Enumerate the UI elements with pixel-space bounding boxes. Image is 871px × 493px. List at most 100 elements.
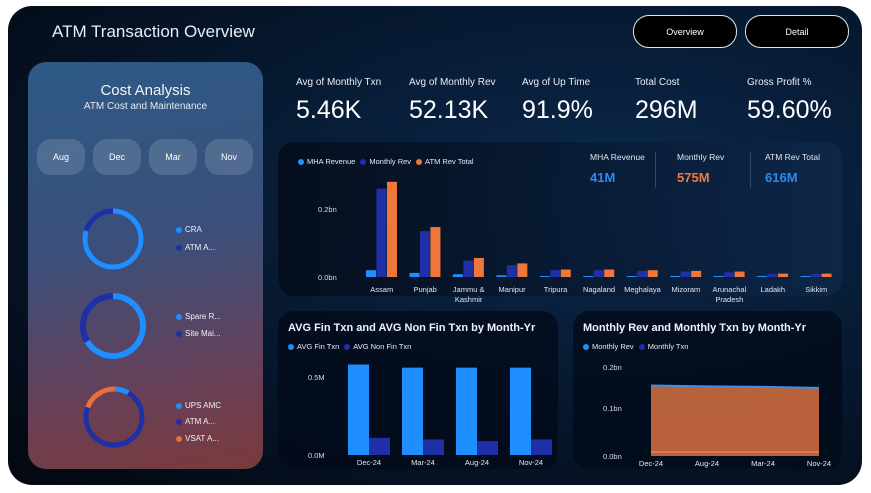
legend-item-spare: Spare R... — [176, 312, 221, 321]
legend-label: ATM A... — [185, 417, 216, 426]
y-tick-label: 0.5M — [308, 373, 325, 382]
legend-dot — [176, 244, 182, 251]
kpi-label-gross-profit: Gross Profit % — [747, 77, 812, 88]
legend-item-site-maint: Site Mai... — [176, 329, 221, 338]
cost-analysis-panel: Cost Analysis ATM Cost and Maintenance A… — [28, 62, 263, 469]
bar-avg-non-fin-txn-aug-24 — [477, 440, 498, 455]
bar-mha-revenue-punjab — [409, 272, 420, 277]
bar-atm-rev-total-tripura — [560, 269, 571, 277]
legend-item-atm-a2: ATM A... — [176, 417, 215, 426]
x-tick-label: Punjab — [414, 285, 437, 294]
bar-avg-non-fin-txn-dec-24 — [369, 437, 390, 455]
legend-item-atm-a: ATM A... — [176, 243, 215, 252]
bar-mha-revenue-manipur — [496, 275, 507, 277]
kpi-label-up-time: Avg of Up Time — [522, 77, 591, 88]
x-tick-label: Nov-24 — [519, 458, 543, 467]
bar-avg-non-fin-txn-nov-24 — [531, 439, 552, 455]
y-tick-label: 0.0M — [308, 451, 325, 460]
kpi-value-up-time: 91.9% — [522, 96, 593, 124]
bar-atm-rev-total-assam — [386, 181, 397, 277]
y-tick-label: 0.0bn — [603, 452, 622, 461]
x-tick-label: Assam — [370, 285, 393, 294]
x-tick-label: Mar-24 — [411, 458, 435, 467]
bar-mha-revenue-ladakh — [757, 276, 768, 277]
kpi-label-total-cost: Total Cost — [635, 77, 680, 88]
bar-monthly-rev-nagaland — [593, 270, 604, 277]
bar-mha-revenue-jammu-kashmir — [452, 274, 463, 277]
legend-label: UPS AMC — [185, 401, 222, 410]
x-tick-label: Nagaland — [583, 285, 615, 294]
state-revenue-panel: MHA Revenue Monthly Rev ATM Rev Total MH… — [278, 142, 842, 304]
x-tick-label: Manipur — [499, 285, 527, 294]
legend-dot — [176, 313, 182, 320]
bar-monthly-rev-assam — [376, 188, 387, 277]
y-tick-label: 0.1bn — [603, 404, 622, 413]
detail-button[interactable]: Detail — [745, 15, 849, 48]
dashboard-frame: ATM Transaction Overview Overview Detail… — [8, 6, 862, 485]
bar-monthly-rev-tripura — [550, 270, 561, 277]
state-revenue-bar-chart: 0.0bn 0.2bn Assam Punjab Jammu &Kashmir Manip… — [318, 181, 832, 304]
bar-mha-revenue-nagaland — [583, 276, 594, 277]
bar-avg-fin-txn-mar-24 — [402, 367, 423, 455]
area-monthly-rev — [651, 385, 819, 456]
x-tick-label: Nov-24 — [807, 459, 831, 468]
legend-label: VSAT A... — [185, 434, 219, 443]
legend-label: CRA — [185, 225, 202, 234]
kpi-label-monthly-txn: Avg of Monthly Txn — [296, 77, 382, 88]
bar-mha-revenue-assam — [365, 270, 376, 277]
bar-atm-rev-total-ladakh — [778, 273, 789, 277]
x-tick-label: Jammu & — [453, 285, 485, 294]
x-tick-label: Dec-24 — [357, 458, 381, 467]
donut-chart-cra — [82, 208, 144, 270]
bar-mha-revenue-mizoram — [670, 276, 681, 277]
bar-avg-fin-txn-nov-24 — [510, 367, 531, 455]
x-tick-label: Arunachal — [712, 285, 746, 294]
legend-dot — [176, 402, 182, 409]
x-tick-label: Mar-24 — [751, 459, 775, 468]
cost-analysis-subtitle: ATM Cost and Maintenance — [83, 101, 208, 112]
bar-atm-rev-total-meghalaya — [647, 270, 658, 277]
legend-dot — [176, 418, 182, 425]
legend-label: Site Mai... — [185, 329, 221, 338]
x-tick-label: Dec-24 — [639, 459, 663, 468]
month-slicer-aug[interactable]: Aug — [37, 139, 85, 175]
y-tick-label: 0.0bn — [318, 273, 337, 282]
legend-label: ATM A... — [185, 243, 216, 252]
donut-chart-spare — [80, 293, 146, 359]
bar-monthly-rev-arunachal-pradesh — [724, 272, 735, 277]
x-tick-label: Pradesh — [715, 295, 743, 304]
y-tick-label: 0.2bn — [318, 205, 337, 214]
bar-atm-rev-total-nagaland — [604, 269, 615, 277]
month-slicer-mar[interactable]: Mar — [149, 139, 197, 175]
y-tick-label: 0.2bn — [603, 363, 622, 372]
bar-atm-rev-total-manipur — [517, 263, 528, 277]
donut-chart-ups — [83, 386, 145, 448]
monthly-rev-panel: Monthly Rev and Monthly Txn by Month-Yr … — [573, 311, 842, 469]
legend-label: Spare R... — [185, 312, 222, 321]
kpi-value-gross-profit: 59.60% — [747, 96, 832, 124]
bar-avg-fin-txn-aug-24 — [456, 367, 477, 455]
bar-monthly-rev-sikkim — [811, 273, 822, 277]
monthly-rev-area-chart: 0.2bn 0.1bn 0.0bn Dec-24 Aug-24 Mar-24 Nov-24 — [603, 363, 831, 468]
bar-monthly-rev-mizoram — [680, 271, 691, 277]
x-tick-label: Kashmir — [455, 295, 483, 304]
fin-txn-panel: AVG Fin Txn and AVG Non Fin Txn by Month… — [278, 311, 558, 469]
kpi-value-monthly-rev: 52.13K — [409, 96, 489, 124]
legend-item-vsat: VSAT A... — [176, 434, 219, 443]
legend-item-ups-amc: UPS AMC — [176, 401, 221, 410]
month-slicer-dec[interactable]: Dec — [93, 139, 141, 175]
x-tick-label: Aug-24 — [465, 458, 489, 467]
bar-monthly-rev-ladakh — [767, 273, 778, 277]
kpi-value-monthly-txn: 5.46K — [296, 96, 362, 124]
bar-mha-revenue-tripura — [539, 276, 550, 277]
legend-dot — [176, 435, 182, 442]
bar-mha-revenue-arunachal-pradesh — [713, 276, 724, 277]
overview-button[interactable]: Overview — [633, 15, 737, 48]
cost-analysis-title: Cost Analysis — [100, 82, 191, 99]
kpi-label-monthly-rev: Avg of Monthly Rev — [409, 77, 496, 88]
bar-monthly-rev-punjab — [419, 231, 430, 277]
x-tick-label: Meghalaya — [624, 285, 662, 294]
legend-dot — [176, 330, 182, 337]
month-slicer-nov[interactable]: Nov — [205, 139, 253, 175]
x-tick-label: Tripura — [544, 285, 568, 294]
